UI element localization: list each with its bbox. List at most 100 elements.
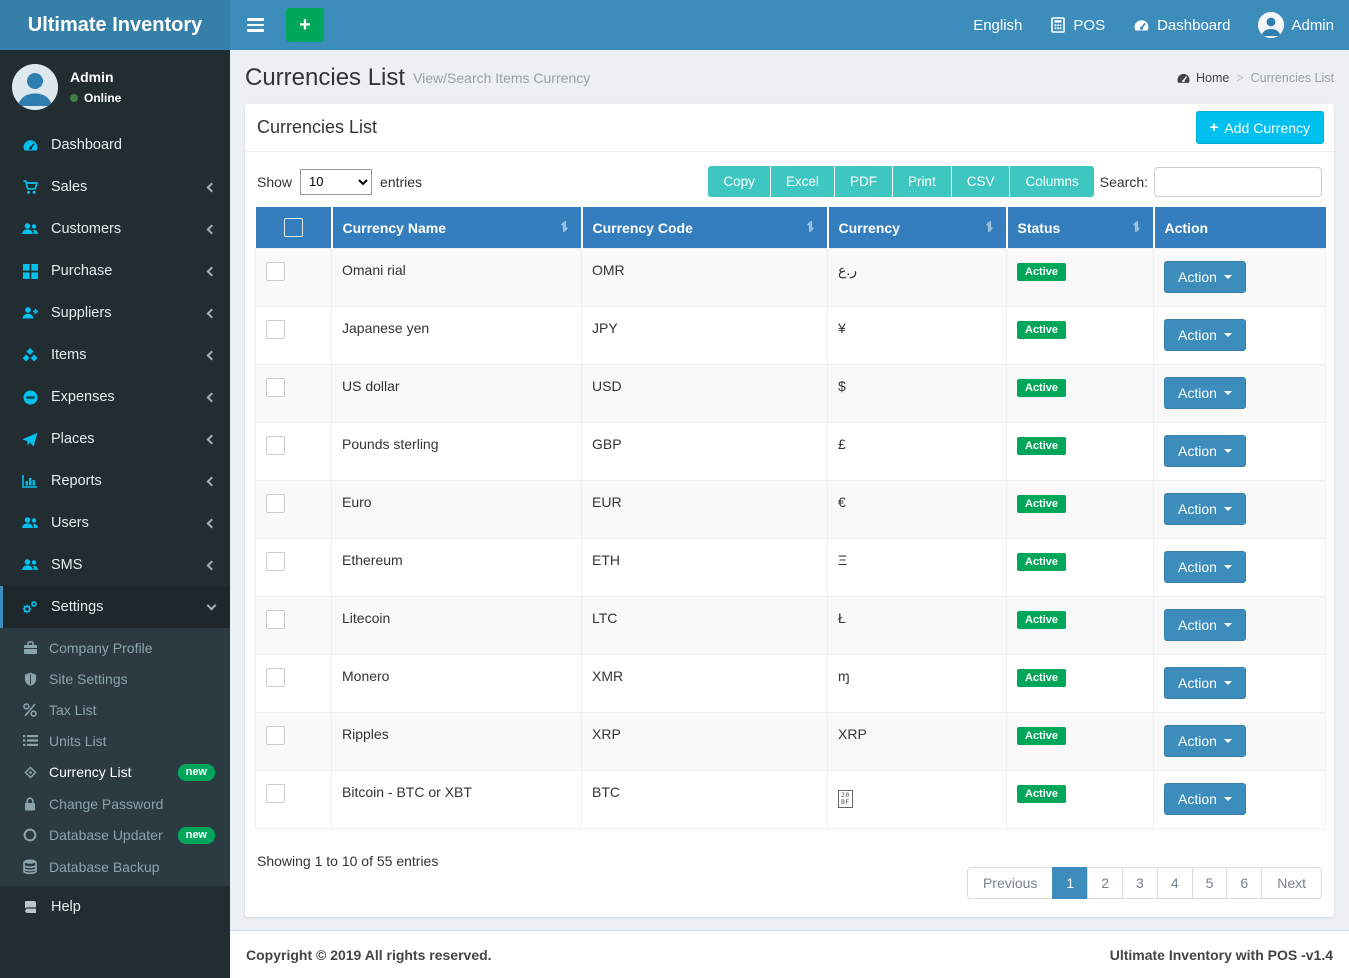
column-header-currency[interactable]: Currency (828, 207, 1007, 249)
gears-icon (21, 600, 39, 615)
column-header-currency-code[interactable]: Currency Code (582, 207, 828, 249)
action-cell: Action (1154, 771, 1326, 829)
quick-add-button[interactable]: + (286, 8, 324, 42)
pagination-page-3[interactable]: 3 (1122, 867, 1158, 899)
sidebar-item-database-backup[interactable]: Database Backup (0, 851, 230, 882)
action-dropdown-button[interactable]: Action (1164, 435, 1246, 467)
sidebar-user-status[interactable]: Online (70, 91, 121, 105)
settings-submenu: Company ProfileSite SettingsTax ListUnit… (0, 628, 230, 886)
column-header-currency-name[interactable]: Currency Name (332, 207, 582, 249)
pagination-page-1[interactable]: 1 (1052, 867, 1088, 899)
sidebar-item-help[interactable]: Help (0, 886, 230, 928)
sidebar-item-change-password[interactable]: Change Password (0, 788, 230, 819)
action-dropdown-button[interactable]: Action (1164, 783, 1246, 815)
sidebar-item-users[interactable]: Users (0, 502, 230, 544)
export-pdf-button[interactable]: PDF (835, 166, 892, 197)
sidebar-item-currency-list[interactable]: Currency Listnew (0, 756, 230, 788)
sort-icon (558, 220, 571, 236)
pagination-page-2[interactable]: 2 (1087, 867, 1123, 899)
export-copy-button[interactable]: Copy (708, 166, 770, 197)
nav-dashboard[interactable]: Dashboard (1133, 17, 1230, 34)
export-csv-button[interactable]: CSV (952, 166, 1010, 197)
status-cell: Active (1007, 307, 1154, 365)
column-header-status[interactable]: Status (1007, 207, 1154, 249)
sort-icon (983, 220, 996, 236)
sidebar-item-dashboard[interactable]: Dashboard (0, 124, 230, 166)
content-header: Currencies List View/Search Items Curren… (230, 50, 1349, 102)
sidebar-item-places[interactable]: Places (0, 418, 230, 460)
row-checkbox[interactable] (266, 378, 285, 397)
sidebar-item-items[interactable]: Items (0, 334, 230, 376)
add-currency-button[interactable]: + Add Currency (1196, 111, 1324, 144)
chevron-left-icon (207, 434, 217, 444)
chevron-left-icon (207, 224, 217, 234)
select-all-checkbox[interactable] (284, 218, 303, 237)
row-checkbox[interactable] (266, 320, 285, 339)
status-cell: Active (1007, 597, 1154, 655)
action-dropdown-button[interactable]: Action (1164, 551, 1246, 583)
new-badge: new (178, 827, 215, 844)
row-checkbox[interactable] (266, 494, 285, 513)
sidebar-item-company-profile[interactable]: Company Profile (0, 632, 230, 663)
search-input[interactable] (1154, 167, 1322, 197)
export-excel-button[interactable]: Excel (771, 166, 834, 197)
sidebar-item-purchase[interactable]: Purchase (0, 250, 230, 292)
row-checkbox[interactable] (266, 262, 285, 281)
row-checkbox[interactable] (266, 784, 285, 803)
row-checkbox[interactable] (266, 668, 285, 687)
caret-down-icon (1224, 797, 1232, 801)
action-dropdown-button[interactable]: Action (1164, 609, 1246, 641)
sidebar-item-site-settings[interactable]: Site Settings (0, 663, 230, 694)
action-dropdown-button[interactable]: Action (1164, 261, 1246, 293)
sidebar-item-units-list[interactable]: Units List (0, 725, 230, 756)
sidebar-item-reports[interactable]: Reports (0, 460, 230, 502)
sidebar-item-suppliers[interactable]: Suppliers (0, 292, 230, 334)
nav-language[interactable]: English (973, 17, 1022, 34)
sidebar-item-customers[interactable]: Customers (0, 208, 230, 250)
sidebar-item-expenses[interactable]: Expenses (0, 376, 230, 418)
sidebar-toggle-button[interactable] (245, 5, 276, 45)
sidebar-item-settings[interactable]: Settings (0, 586, 230, 628)
new-badge: new (178, 764, 215, 781)
row-checkbox[interactable] (266, 610, 285, 629)
export-print-button[interactable]: Print (893, 166, 951, 197)
pagination-page-4[interactable]: 4 (1157, 867, 1193, 899)
action-dropdown-button[interactable]: Action (1164, 377, 1246, 409)
status-badge: Active (1017, 553, 1066, 571)
sidebar-item-database-updater[interactable]: Database Updaternew (0, 819, 230, 851)
search-label: Search: (1100, 174, 1148, 190)
nav-pos[interactable]: POS (1050, 17, 1105, 34)
sidebar-item-sales[interactable]: Sales (0, 166, 230, 208)
action-dropdown-button[interactable]: Action (1164, 667, 1246, 699)
status-cell: Active (1007, 365, 1154, 423)
row-checkbox[interactable] (266, 552, 285, 571)
status-cell: Active (1007, 481, 1154, 539)
caret-down-icon (1224, 739, 1232, 743)
sidebar-item-sms[interactable]: SMS (0, 544, 230, 586)
currency-code-cell: XRP (582, 713, 828, 771)
sidebar: Admin Online DashboardSalesCustomersPurc… (0, 50, 230, 978)
currency-name-cell: Ripples (332, 713, 582, 771)
pagination-page-5[interactable]: 5 (1192, 867, 1228, 899)
pagination-previous[interactable]: Previous (967, 867, 1053, 899)
sidebar-item-tax-list[interactable]: Tax List (0, 694, 230, 725)
lock-icon (22, 797, 38, 811)
breadcrumb-home[interactable]: Home (1176, 71, 1229, 85)
chevron-left-icon (207, 392, 217, 402)
pagination-page-6[interactable]: 6 (1226, 867, 1262, 899)
row-checkbox[interactable] (266, 726, 285, 745)
panel-title: Currencies List (257, 117, 1322, 138)
currency-code-cell: ETH (582, 539, 828, 597)
currency-code-cell: OMR (582, 249, 828, 307)
pagination-next[interactable]: Next (1261, 867, 1322, 899)
action-dropdown-button[interactable]: Action (1164, 493, 1246, 525)
export-columns-button[interactable]: Columns (1010, 166, 1093, 197)
action-dropdown-button[interactable]: Action (1164, 725, 1246, 757)
currencies-table: Currency Name Currency Code Currency (255, 207, 1326, 829)
action-dropdown-button[interactable]: Action (1164, 319, 1246, 351)
app-logo[interactable]: Ultimate Inventory (0, 0, 230, 50)
row-checkbox[interactable] (266, 436, 285, 455)
table-row: EuroEUR€ActiveAction (256, 481, 1326, 539)
page-length-select[interactable]: 10 (300, 169, 372, 195)
nav-user-menu[interactable]: Admin (1258, 12, 1334, 38)
